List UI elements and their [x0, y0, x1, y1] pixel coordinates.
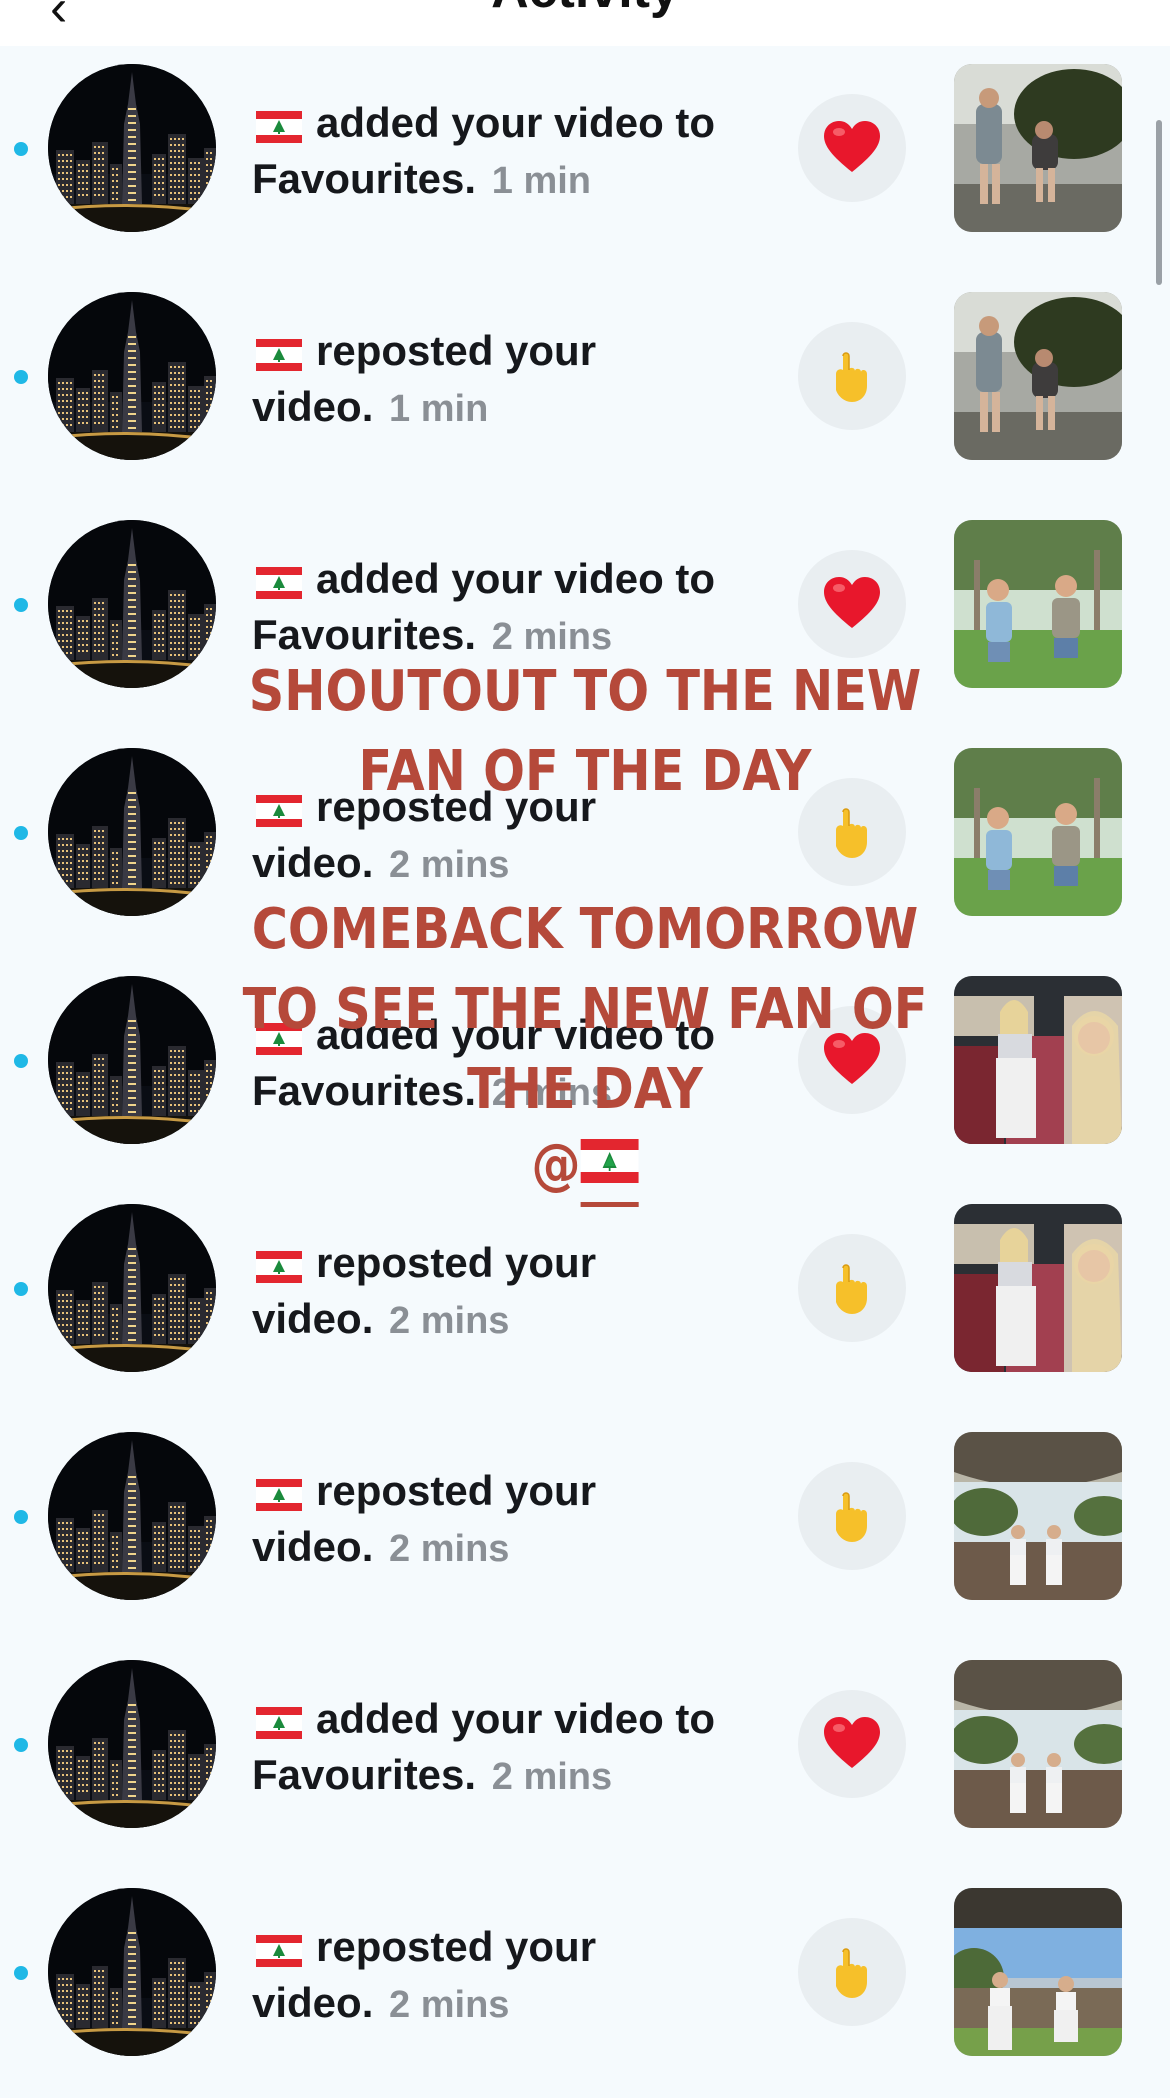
activity-time: 2 mins	[389, 1528, 510, 1570]
activity-time: 2 mins	[389, 844, 510, 886]
avatar[interactable]	[48, 1888, 216, 2056]
activity-text: added your video to Favourites. 2 mins	[252, 1694, 772, 1802]
unread-dot	[14, 1510, 28, 1524]
activity-text: reposted your video. 1 min	[252, 326, 772, 434]
unread-dot	[14, 598, 28, 612]
unread-dot	[14, 370, 28, 384]
activity-text: added your video to Favourites. 2 mins	[252, 554, 772, 662]
activity-action: added your video to	[316, 555, 716, 602]
unread-dot	[14, 1966, 28, 1980]
lebanon-flag-icon	[580, 1130, 639, 1207]
video-thumbnail[interactable]	[954, 976, 1122, 1144]
activity-action: added your video to	[316, 1695, 716, 1742]
activity-text: reposted your video. 2 mins	[252, 1922, 772, 2030]
lebanon-flag-icon	[256, 560, 302, 610]
video-thumbnail[interactable]	[954, 1432, 1122, 1600]
favourite-reaction-button[interactable]	[798, 1690, 906, 1798]
repost-reaction-button[interactable]	[798, 1234, 906, 1342]
repost-reaction-button[interactable]	[798, 1462, 906, 1570]
avatar[interactable]	[48, 976, 216, 1144]
avatar[interactable]	[48, 64, 216, 232]
avatar[interactable]	[48, 1204, 216, 1372]
unread-dot	[14, 1738, 28, 1752]
activity-action-end: Favourites.	[252, 155, 477, 202]
top-bar: ‹ Activity	[0, 0, 1170, 46]
activity-row[interactable]: added your video to Favourites. 1 min	[0, 46, 1170, 274]
video-thumbnail[interactable]	[954, 292, 1122, 460]
avatar[interactable]	[48, 520, 216, 688]
overlay-shoutout-text: SHOUTOUT TO THE NEW FAN OF THE DAY	[248, 659, 922, 804]
scrollbar[interactable]	[1156, 120, 1162, 285]
video-thumbnail[interactable]	[954, 1204, 1122, 1372]
lebanon-flag-icon	[256, 332, 302, 382]
activity-text: reposted your video. 2 mins	[252, 1466, 772, 1574]
activity-time: 2 mins	[389, 1300, 510, 1342]
page-title: Activity	[0, 0, 1170, 20]
activity-row[interactable]: reposted your video. 1 min	[0, 274, 1170, 502]
overlay-comeback-text: COMEBACK TOMORROW TO SEE THE NEW FAN OF …	[242, 897, 928, 1122]
lebanon-flag-icon	[256, 1472, 302, 1522]
activity-action: reposted your	[316, 1239, 597, 1286]
activity-action-end: video.	[252, 1295, 374, 1342]
activity-row[interactable]: reposted your video. 2 mins	[0, 1870, 1170, 2098]
video-thumbnail[interactable]	[954, 520, 1122, 688]
avatar[interactable]	[48, 292, 216, 460]
activity-time: 2 mins	[389, 1984, 510, 2026]
video-thumbnail[interactable]	[954, 1888, 1122, 2056]
avatar[interactable]	[48, 1660, 216, 1828]
activity-action: reposted your	[316, 1923, 597, 1970]
activity-row[interactable]: reposted your video. 2 mins	[0, 1414, 1170, 1642]
unread-dot	[14, 1054, 28, 1068]
unread-dot	[14, 1282, 28, 1296]
activity-action-end: Favourites.	[252, 1751, 477, 1798]
avatar[interactable]	[48, 748, 216, 916]
lebanon-flag-icon	[256, 1928, 302, 1978]
unread-dot	[14, 826, 28, 840]
video-thumbnail[interactable]	[954, 748, 1122, 916]
activity-action-end: video.	[252, 1523, 374, 1570]
repost-reaction-button[interactable]	[798, 1918, 906, 2026]
lebanon-flag-icon	[256, 1244, 302, 1294]
lebanon-flag-icon	[256, 104, 302, 154]
favourite-reaction-button[interactable]	[798, 550, 906, 658]
overlay-mention: @	[229, 1130, 942, 1207]
video-thumbnail[interactable]	[954, 1660, 1122, 1828]
unread-dot	[14, 142, 28, 156]
activity-action-end: video.	[252, 383, 374, 430]
lebanon-flag-icon	[256, 1700, 302, 1750]
activity-time: 1 min	[491, 160, 591, 202]
activity-action: added your video to	[316, 99, 716, 146]
activity-text: reposted your video. 2 mins	[252, 1238, 772, 1346]
activity-action: reposted your	[316, 327, 597, 374]
activity-row[interactable]: added your video to Favourites. 2 mins	[0, 1642, 1170, 1870]
video-thumbnail[interactable]	[954, 64, 1122, 232]
activity-action: reposted your	[316, 1467, 597, 1514]
activity-text: added your video to Favourites. 1 min	[252, 98, 772, 206]
activity-time: 1 min	[389, 388, 489, 430]
activity-action-end: Favourites.	[252, 611, 477, 658]
activity-row[interactable]: reposted your video. 2 mins	[0, 1186, 1170, 1414]
activity-time: 2 mins	[491, 1756, 613, 1798]
activity-action-end: video.	[252, 839, 374, 886]
repost-reaction-button[interactable]	[798, 322, 906, 430]
favourite-reaction-button[interactable]	[798, 94, 906, 202]
activity-action-end: video.	[252, 1979, 374, 2026]
overlay-at-symbol: @	[531, 1132, 581, 1197]
avatar[interactable]	[48, 1432, 216, 1600]
